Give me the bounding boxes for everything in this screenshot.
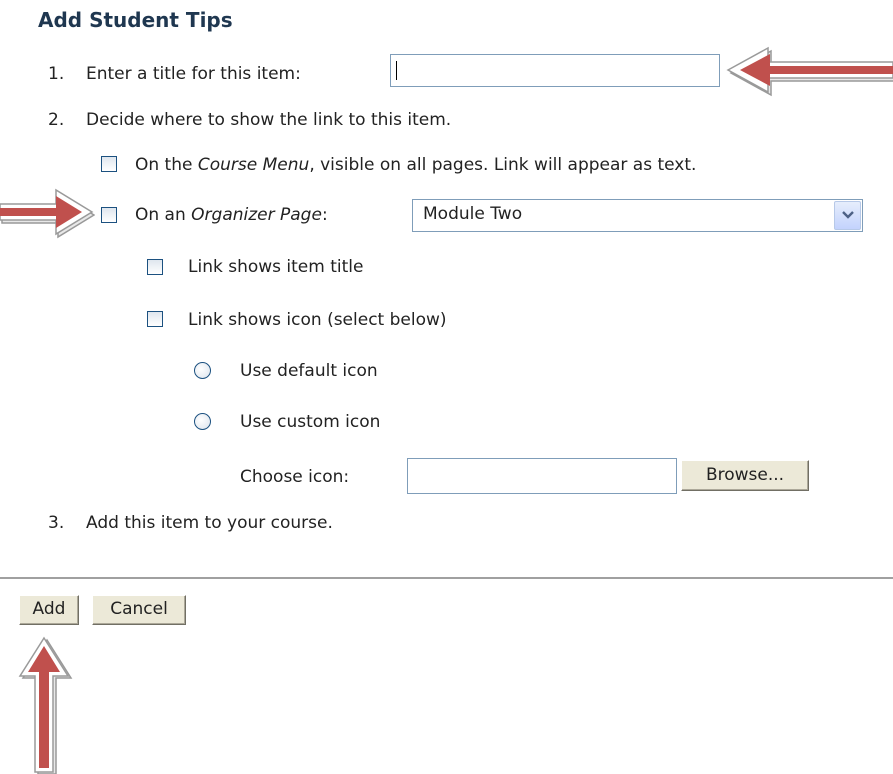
arrow-right-icon <box>0 188 95 239</box>
browse-button[interactable]: Browse... <box>681 460 809 491</box>
organizer-page-label: On an Organizer Page: <box>135 205 328 225</box>
choose-icon-input[interactable] <box>407 458 677 494</box>
course-menu-checkbox[interactable] <box>101 156 117 172</box>
step-2-label: Decide where to show the link to this it… <box>86 110 452 130</box>
step-1-number: 1. <box>48 64 65 84</box>
arrow-left-icon <box>726 46 893 97</box>
link-shows-title-checkbox[interactable] <box>147 259 163 275</box>
chevron-down-icon <box>842 211 854 219</box>
item-title-input[interactable] <box>390 54 720 87</box>
divider <box>0 577 893 579</box>
link-shows-title-label: Link shows item title <box>188 257 364 277</box>
link-shows-icon-label: Link shows icon (select below) <box>188 310 447 330</box>
arrow-up-icon <box>18 636 73 774</box>
choose-icon-label: Choose icon: <box>240 467 350 487</box>
text-caret <box>396 61 397 80</box>
add-button[interactable]: Add <box>19 595 79 625</box>
organizer-page-select[interactable]: Module Two <box>412 199 863 232</box>
page-title: Add Student Tips <box>38 8 233 32</box>
step-3-number: 3. <box>48 513 65 533</box>
default-icon-label: Use default icon <box>240 361 378 381</box>
cancel-button[interactable]: Cancel <box>92 595 186 625</box>
dropdown-button[interactable] <box>834 201 861 230</box>
course-menu-label: On the Course Menu, visible on all pages… <box>135 155 697 175</box>
link-shows-icon-checkbox[interactable] <box>147 311 163 327</box>
default-icon-radio[interactable] <box>194 362 211 379</box>
step-2-number: 2. <box>48 110 65 130</box>
step-1-label: Enter a title for this item: <box>86 64 301 84</box>
custom-icon-label: Use custom icon <box>240 412 381 432</box>
organizer-page-selected: Module Two <box>423 204 523 224</box>
custom-icon-radio[interactable] <box>194 413 211 430</box>
step-3-label: Add this item to your course. <box>86 513 333 533</box>
organizer-page-checkbox[interactable] <box>101 207 117 223</box>
